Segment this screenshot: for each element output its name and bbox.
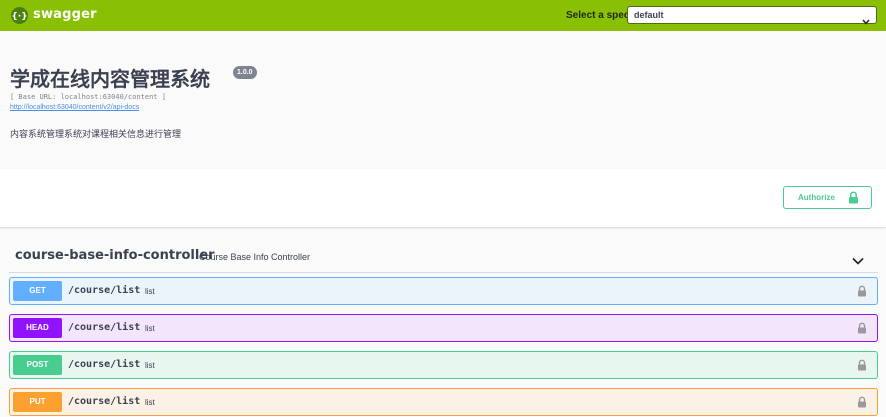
version-badge: 1.0.0	[233, 66, 257, 79]
operation-summary: list	[145, 361, 155, 370]
tag-header-course-base-info[interactable]: course-base-info-controller Course Base …	[9, 240, 878, 273]
operation-post-course-list[interactable]: POST /course/list list	[9, 351, 878, 379]
operation-put-course-list[interactable]: PUT /course/list list	[9, 388, 878, 416]
lock-icon[interactable]	[857, 358, 867, 376]
method-badge: HEAD	[13, 318, 62, 338]
svg-text:{·}: {·}	[11, 12, 27, 22]
tag-description: Course Base Info Controller	[199, 252, 311, 262]
authorize-button[interactable]: Authorize	[783, 186, 872, 209]
operation-path: /course/list	[68, 396, 141, 407]
api-info: 学成在线内容管理系统 1.0.0 [ Base URL: localhost:6…	[0, 31, 886, 169]
topbar: {·} swagger Select a spec default	[0, 0, 886, 31]
method-badge: PUT	[13, 392, 62, 412]
api-title: 学成在线内容管理系统	[10, 67, 210, 91]
operation-path: /course/list	[68, 285, 141, 296]
api-docs-link[interactable]: http://localhost:63040/content/v2/api-do…	[10, 104, 139, 111]
method-badge: GET	[13, 281, 62, 301]
lock-icon[interactable]	[857, 284, 867, 302]
operation-path: /course/list	[68, 359, 141, 370]
api-description: 内容系统管理系统对课程相关信息进行管理	[10, 129, 182, 139]
scheme-container: Authorize	[0, 169, 886, 227]
base-url: [ Base URL: localhost:63040/content ]	[10, 93, 166, 101]
lock-icon[interactable]	[857, 321, 867, 339]
operation-summary: list	[145, 287, 155, 296]
operation-summary: list	[145, 398, 155, 407]
spec-select[interactable]: default	[627, 6, 877, 25]
tag-name: course-base-info-controller	[15, 248, 215, 263]
logo-text[interactable]: swagger	[33, 7, 97, 22]
lock-icon[interactable]	[857, 395, 867, 413]
chevron-down-icon	[862, 12, 870, 30]
operation-head-course-list[interactable]: HEAD /course/list list	[9, 314, 878, 342]
lock-icon	[848, 191, 859, 209]
authorize-label: Authorize	[798, 193, 835, 202]
operation-summary: list	[145, 324, 155, 333]
operation-get-course-list[interactable]: GET /course/list list	[9, 277, 878, 305]
swagger-logo-icon[interactable]: {·}	[11, 7, 28, 24]
select-spec-label: Select a spec	[566, 10, 630, 21]
operation-path: /course/list	[68, 322, 141, 333]
spec-selected-value: default	[634, 10, 664, 20]
method-badge: POST	[13, 355, 62, 375]
chevron-down-icon[interactable]	[852, 252, 864, 270]
